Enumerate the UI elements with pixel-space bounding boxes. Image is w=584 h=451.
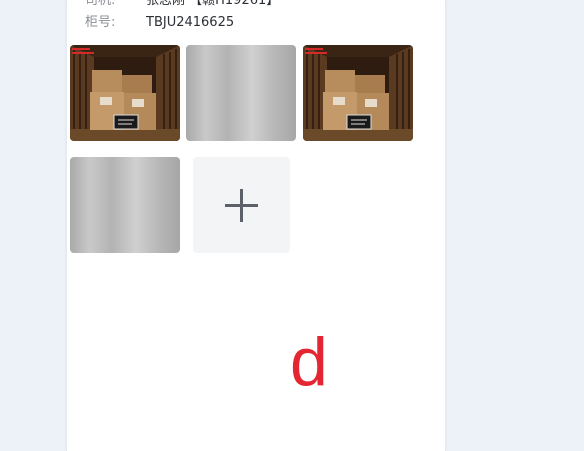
cargo-photo-image xyxy=(303,45,413,141)
photo-panel: 司机: 张志刚 【赣H19261】 柜号: TBJU2416625 d xyxy=(66,0,446,451)
add-photo-button[interactable] xyxy=(193,157,290,253)
photo-thumbnail[interactable] xyxy=(70,157,180,253)
container-number-label: 柜号: xyxy=(85,15,116,30)
driver-value: 张志刚 【赣H19261】 xyxy=(146,0,280,8)
container-number-value: TBJU2416625 xyxy=(146,15,235,30)
driver-row: 司机: 张志刚 【赣H19261】 xyxy=(85,0,279,10)
photo-thumbnail[interactable] xyxy=(186,45,296,141)
overlay-mark: d xyxy=(290,324,328,400)
cargo-photo-image xyxy=(70,45,180,141)
driver-label: 司机: xyxy=(85,0,116,8)
photo-thumbnail[interactable] xyxy=(70,45,180,141)
container-row: 柜号: TBJU2416625 xyxy=(85,14,234,32)
photo-thumbnail[interactable] xyxy=(303,45,413,141)
